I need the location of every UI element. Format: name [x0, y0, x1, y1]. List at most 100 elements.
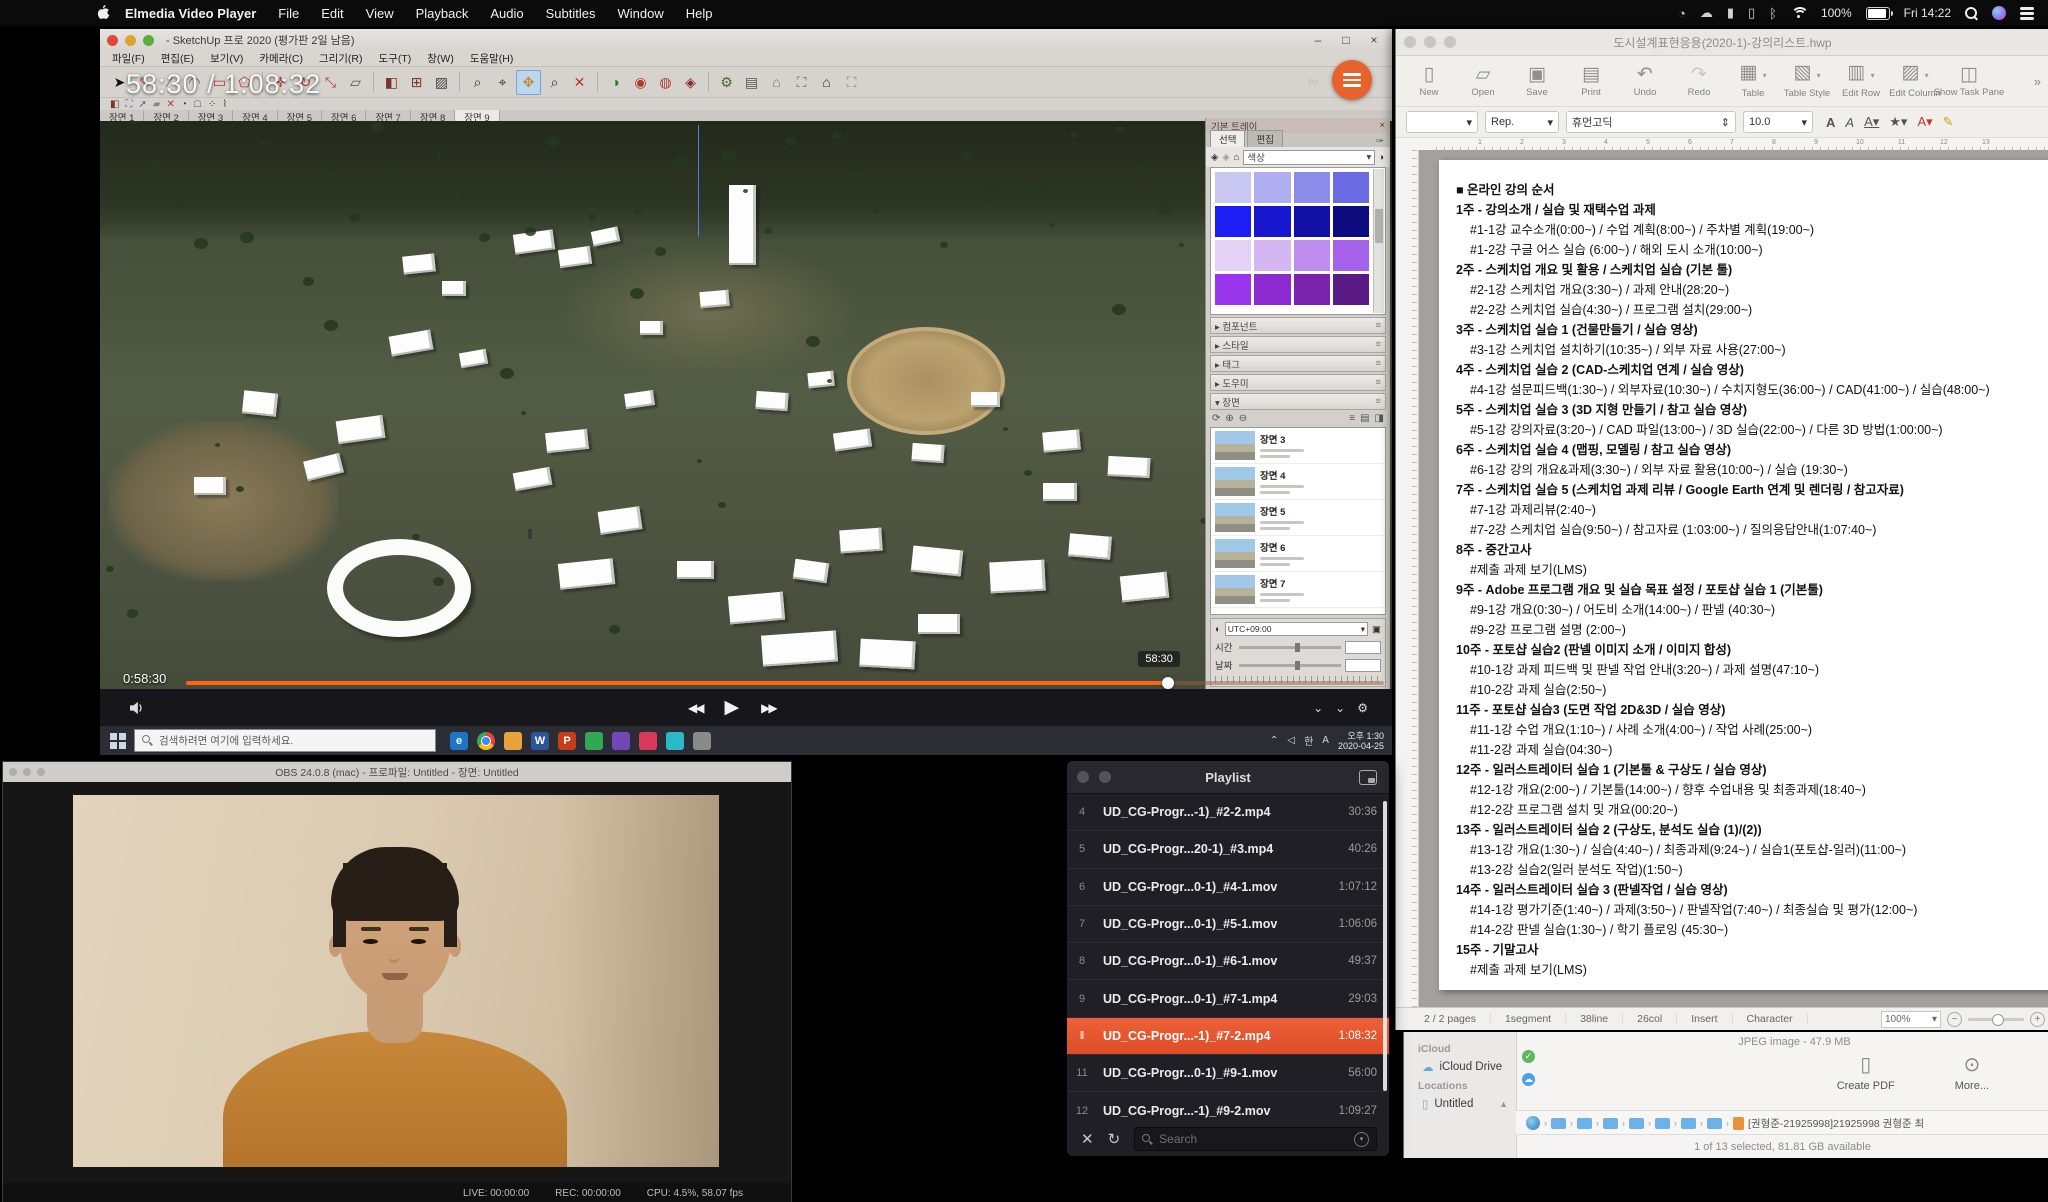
taskbar-app-icon[interactable] [612, 732, 630, 750]
sketchup-tool-icon[interactable]: ⌕ [466, 71, 489, 94]
next-track-icon[interactable]: ▶▶ [761, 701, 775, 715]
loop-status-icon[interactable]: ◔ [1678, 6, 1686, 21]
sketchup-tool-icon[interactable]: ✥ [516, 70, 541, 95]
settings-gear-icon[interactable]: ⚙ [1357, 701, 1368, 715]
tray-expand-icon[interactable]: ⌃ [1270, 735, 1278, 746]
color-swatch[interactable] [1215, 206, 1251, 237]
color-swatch[interactable] [1254, 206, 1290, 237]
tab-edit[interactable]: 편집 [1247, 130, 1282, 147]
tray-volume-icon[interactable]: ◁ [1287, 735, 1295, 746]
scene-details-icon[interactable]: ◨ [1375, 413, 1384, 424]
color-collection-dropdown[interactable]: 색상▾ [1243, 150, 1375, 165]
playlist-scrollbar[interactable] [1383, 801, 1387, 1091]
window-button[interactable]: – [1304, 33, 1332, 47]
path-folder-icon[interactable] [1707, 1118, 1722, 1129]
hwp-edit-row-button[interactable]: ▥ ▾ Edit Row [1834, 63, 1888, 99]
sketchup-small-tool-icon[interactable]: ◔ [181, 99, 187, 110]
sketchup-tool-icon[interactable]: ✕ [568, 71, 591, 94]
back-icon[interactable]: ◈ [1211, 152, 1218, 163]
pip-icon[interactable] [1359, 770, 1377, 785]
shadow-toggle-icon[interactable]: ◐ [1215, 624, 1221, 635]
document-page[interactable]: ■ 온라인 강의 순서1주 - 강의소개 / 실습 및 재택수업 과제#1-1강… [1439, 160, 2048, 990]
playlist-row[interactable]: 12 UD_CG-Progr...-1)_#9-2.mov 1:09:27 [1067, 1092, 1389, 1121]
video-progress-bar[interactable] [186, 681, 1384, 685]
sketchup-tool-icon[interactable]: ⚙ [715, 71, 738, 94]
sketchup-tool-icon[interactable]: ▤ [740, 71, 763, 94]
menu-item-audio[interactable]: Audio [490, 6, 523, 21]
sketchup-menu-2[interactable]: 편집(E) [161, 51, 194, 66]
sketchup-viewport[interactable] [100, 121, 1392, 689]
sidebar-item-untitled[interactable]: ▯ Untitled▲ [1404, 1094, 1516, 1114]
bluetooth-icon[interactable]: ᛒ [1769, 6, 1777, 21]
hwp-save-button[interactable]: ▣ Save [1510, 65, 1564, 98]
sketchup-menu-5[interactable]: 그리기(R) [319, 51, 363, 66]
hwp-open-button[interactable]: ▱ Open [1456, 65, 1510, 98]
taskbar-app-icon[interactable]: W [531, 732, 549, 750]
tray-panel-1[interactable]: ▸ 컴포넌트≡ [1210, 317, 1386, 334]
color-swatch[interactable] [1333, 240, 1369, 271]
zoom-dropdown[interactable]: 100%▾ [1881, 1011, 1941, 1028]
window-controls[interactable]: –□× [1304, 29, 1388, 51]
subtitles-icon[interactable]: ⌄ [1335, 701, 1345, 715]
sketchup-small-tool-icon[interactable]: ◧ [110, 99, 119, 110]
add-scene-icon[interactable]: ⊕ [1225, 413, 1233, 424]
playlist-row[interactable]: 6 UD_CG-Progr...0-1)_#4-1.mov 1:07:12 [1067, 869, 1389, 906]
zoom-traffic-light[interactable] [1444, 36, 1456, 48]
sketchup-small-tool-icon[interactable]: ☖ [193, 99, 202, 110]
volume-icon[interactable] [128, 701, 146, 715]
zoom-traffic-light[interactable] [143, 35, 154, 46]
window-button[interactable]: × [1360, 33, 1388, 47]
tray-panel-2[interactable]: ▸ 스타일≡ [1210, 336, 1386, 353]
playlist-row[interactable]: 8 UD_CG-Progr...0-1)_#6-1.mov 49:37 [1067, 943, 1389, 980]
sketchup-tool-icon[interactable]: ⛶ [790, 71, 813, 94]
sketchup-tool-icon[interactable]: ◍ [654, 71, 677, 94]
color-swatch[interactable] [1254, 240, 1290, 271]
sketchup-tool-icon[interactable]: ⌂ [765, 71, 788, 94]
scene-list-item[interactable]: 장면 5 [1211, 500, 1385, 536]
device-icon[interactable]: ▯ [1748, 5, 1755, 21]
tray-panel-3[interactable]: ▸ 태그≡ [1210, 355, 1386, 372]
sketchup-small-tool-icon[interactable]: ⌇ [222, 99, 227, 110]
font-color-button[interactable]: A▾ [1917, 114, 1932, 130]
sketchup-tool-icon[interactable]: ◧ [380, 71, 403, 94]
menu-item-edit[interactable]: Edit [321, 6, 343, 21]
zoom-out-button[interactable]: − [1947, 1012, 1962, 1027]
playlist-search-input[interactable]: Search ▾ [1134, 1127, 1377, 1151]
playlist-row[interactable]: 11 UD_CG-Progr...0-1)_#9-1.mov 56:00 [1067, 1055, 1389, 1092]
create-pdf-button[interactable]: ▯ Create PDF [1837, 1054, 1895, 1092]
webcam-preview[interactable] [73, 795, 719, 1167]
sketchup-small-tool-icon[interactable]: ▰ [153, 99, 161, 110]
sketchup-small-tool-icon[interactable]: ✕ [167, 99, 175, 110]
more-button[interactable]: ⊙ More... [1955, 1054, 1989, 1092]
sketchup-menu-6[interactable]: 도구(T) [379, 51, 412, 66]
hwp-table-style-button[interactable]: ▧ ▾ Table Style [1780, 63, 1834, 99]
path-folder-icon[interactable] [1681, 1118, 1696, 1129]
playlist-row[interactable]: 4 UD_CG-Progr...-1)_#2-2.mp4 30:36 [1067, 794, 1389, 831]
sketchup-tool-icon[interactable]: ◉ [629, 71, 652, 94]
playlist-row[interactable]: 7 UD_CG-Progr...0-1)_#5-1.mov 1:06:06 [1067, 906, 1389, 943]
bookmark-icon[interactable]: ▮ [1727, 5, 1734, 21]
playlist-title-bar[interactable]: Playlist [1067, 761, 1389, 794]
taskbar-app-icon[interactable] [504, 732, 522, 750]
scene-list-item[interactable]: 장면 3 [1211, 428, 1385, 464]
font-size-dropdown[interactable]: 10.0▾ [1743, 111, 1813, 133]
playlist-row[interactable]: ‖ UD_CG-Progr...-1)_#7-2.mp4 1:08:32 [1067, 1018, 1389, 1055]
elmedia-menu-button[interactable] [1332, 60, 1372, 100]
italic-button[interactable]: A [1845, 115, 1854, 130]
hwp-table-button[interactable]: ▦ ▾ Table [1726, 63, 1780, 99]
wifi-icon[interactable] [1791, 7, 1807, 20]
color-swatch[interactable] [1294, 206, 1330, 237]
menu-item-subtitles[interactable]: Subtitles [546, 6, 596, 21]
sketchup-tool-icon[interactable]: ◑ [604, 71, 627, 94]
color-swatch[interactable] [1254, 172, 1290, 203]
path-folder-icon[interactable] [1655, 1118, 1670, 1129]
outline-button[interactable]: ★▾ [1889, 114, 1907, 130]
font-dropdown[interactable]: 휴먼고딕⇕ [1566, 111, 1736, 133]
path-folder-icon[interactable] [1629, 1118, 1644, 1129]
close-traffic-light[interactable] [1404, 36, 1416, 48]
hwp-title-bar[interactable]: 도시설계표현응용(2020-1)-강의리스트.hwp [1396, 29, 2048, 56]
close-traffic-light[interactable] [107, 35, 118, 46]
underline-button[interactable]: A▾ [1864, 114, 1879, 130]
playlist-row[interactable]: 9 UD_CG-Progr...0-1)_#7-1.mp4 29:03 [1067, 980, 1389, 1017]
taskbar-app-icon[interactable] [666, 732, 684, 750]
